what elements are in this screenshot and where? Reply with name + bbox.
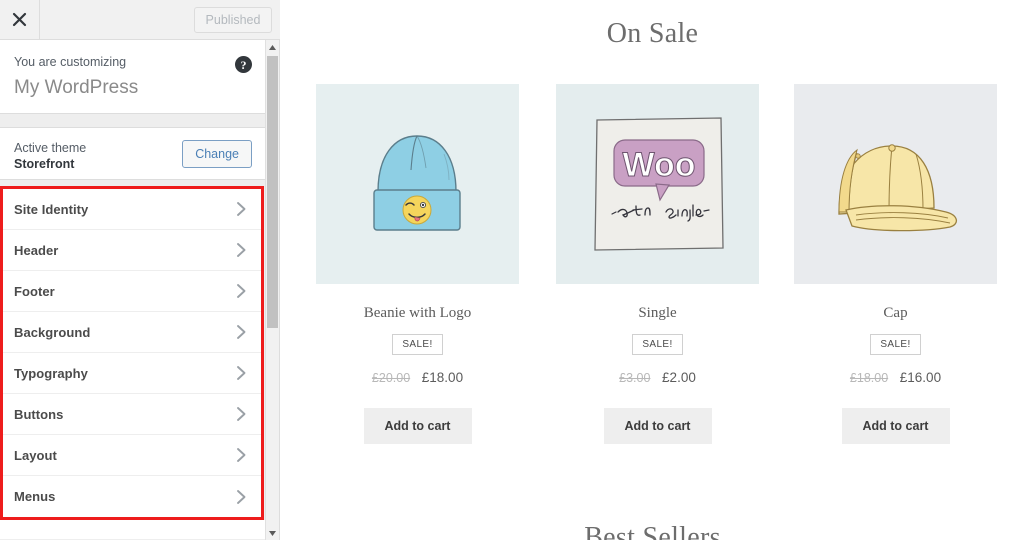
change-theme-button[interactable]: Change — [182, 140, 252, 168]
chevron-right-icon — [236, 242, 247, 258]
sidebar-item-layout[interactable]: Layout — [3, 435, 261, 476]
product-title[interactable]: Single — [556, 304, 759, 322]
chevron-right-icon — [236, 201, 247, 217]
sidebar-item-footer[interactable]: Footer — [3, 271, 261, 312]
sidebar-item-typography[interactable]: Typography — [3, 353, 261, 394]
customizer-sidebar: Published You are customizing My WordPre… — [0, 0, 280, 540]
best-sellers-heading: Best Sellers — [584, 522, 721, 540]
close-customizer-button[interactable] — [0, 0, 40, 39]
chevron-right-icon — [236, 365, 247, 381]
customizer-scroll-region: You are customizing My WordPress ? Activ… — [0, 40, 266, 540]
sidebar-item-background[interactable]: Background — [3, 312, 261, 353]
sidebar-item-label: Layout — [14, 447, 57, 463]
product-title[interactable]: Cap — [794, 304, 997, 322]
help-question-icon[interactable]: ? — [235, 56, 252, 73]
sidebar-scrollbar[interactable] — [265, 40, 279, 540]
wordpress-customizer-screen: Published You are customizing My WordPre… — [0, 0, 1024, 540]
chevron-right-icon — [236, 489, 247, 505]
sidebar-item-site-identity[interactable]: Site Identity — [3, 189, 261, 230]
beanie-with-logo-image[interactable] — [316, 84, 519, 284]
scrollbar-thumb[interactable] — [267, 56, 278, 328]
sidebar-item-label: Menus — [14, 489, 56, 504]
site-title: My WordPress — [14, 77, 139, 98]
sidebar-item-label: Background — [14, 324, 91, 340]
on-sale-heading: On Sale — [606, 18, 699, 49]
add-to-cart-button[interactable]: Add to cart — [603, 408, 712, 444]
sale-price: £16.00 — [899, 370, 942, 385]
sidebar-item-label: Typography — [14, 365, 88, 381]
site-preview-frame: On Sale Beanie with Logo SALE! £20.00 £1… — [281, 0, 1024, 540]
panel-divider — [0, 114, 266, 128]
status-badge: SALE! — [632, 334, 683, 355]
chevron-right-icon — [236, 324, 247, 340]
close-x-icon — [12, 12, 27, 27]
product-card[interactable]: Cap SALE! £18.00 £16.00 Add to cart — [794, 84, 997, 444]
sale-price: £18.00 — [421, 370, 464, 385]
chevron-right-icon — [236, 406, 247, 422]
woo-the-single-album-image[interactable]: Woo — [556, 84, 759, 284]
active-theme-panel: Active theme Storefront Change — [0, 128, 266, 180]
storefront-shop-page: On Sale Beanie with Logo SALE! £20.00 £1… — [281, 0, 1024, 540]
product-card[interactable]: Woo Single SALE! £3.00 £2.00 Add to cart — [556, 84, 759, 444]
customizer-topbar: Published — [0, 0, 280, 40]
published-button[interactable]: Published — [194, 7, 272, 33]
product-price-row: £3.00 £2.00 — [556, 370, 759, 386]
svg-text:Woo: Woo — [622, 146, 695, 184]
customizer-sections-list: Site Identity Header Footer Background T… — [0, 186, 264, 520]
sidebar-item-header[interactable]: Header — [3, 230, 261, 271]
scroll-down-arrow-icon[interactable] — [266, 526, 279, 540]
sidebar-item-label: Header — [14, 242, 59, 258]
sale-price: £2.00 — [662, 370, 696, 385]
chevron-right-icon — [236, 283, 247, 299]
add-to-cart-button[interactable]: Add to cart — [841, 408, 950, 444]
product-price-row: £18.00 £16.00 — [794, 370, 997, 386]
product-card[interactable]: Beanie with Logo SALE! £20.00 £18.00 Add… — [316, 84, 519, 444]
original-price: £3.00 — [619, 371, 651, 385]
sections-list-overflow-row — [0, 520, 266, 540]
sidebar-item-menus[interactable]: Menus — [3, 476, 261, 517]
scroll-up-arrow-icon[interactable] — [266, 40, 279, 54]
customizing-intro-panel: You are customizing My WordPress ? — [0, 40, 266, 114]
sidebar-item-label: Footer — [14, 283, 55, 299]
sidebar-item-buttons[interactable]: Buttons — [3, 394, 261, 435]
status-badge: SALE! — [870, 334, 921, 355]
cap-image[interactable] — [794, 84, 997, 284]
sidebar-item-label: Site Identity — [14, 201, 89, 217]
add-to-cart-button[interactable]: Add to cart — [363, 408, 472, 444]
original-price: £18.00 — [849, 371, 889, 385]
product-price-row: £20.00 £18.00 — [316, 370, 519, 386]
product-title[interactable]: Beanie with Logo — [316, 304, 519, 322]
sidebar-item-label: Buttons — [14, 406, 64, 422]
status-badge: SALE! — [392, 334, 443, 355]
original-price: £20.00 — [371, 371, 411, 385]
chevron-right-icon — [236, 447, 247, 463]
customizing-eyebrow-label: You are customizing — [14, 55, 127, 69]
